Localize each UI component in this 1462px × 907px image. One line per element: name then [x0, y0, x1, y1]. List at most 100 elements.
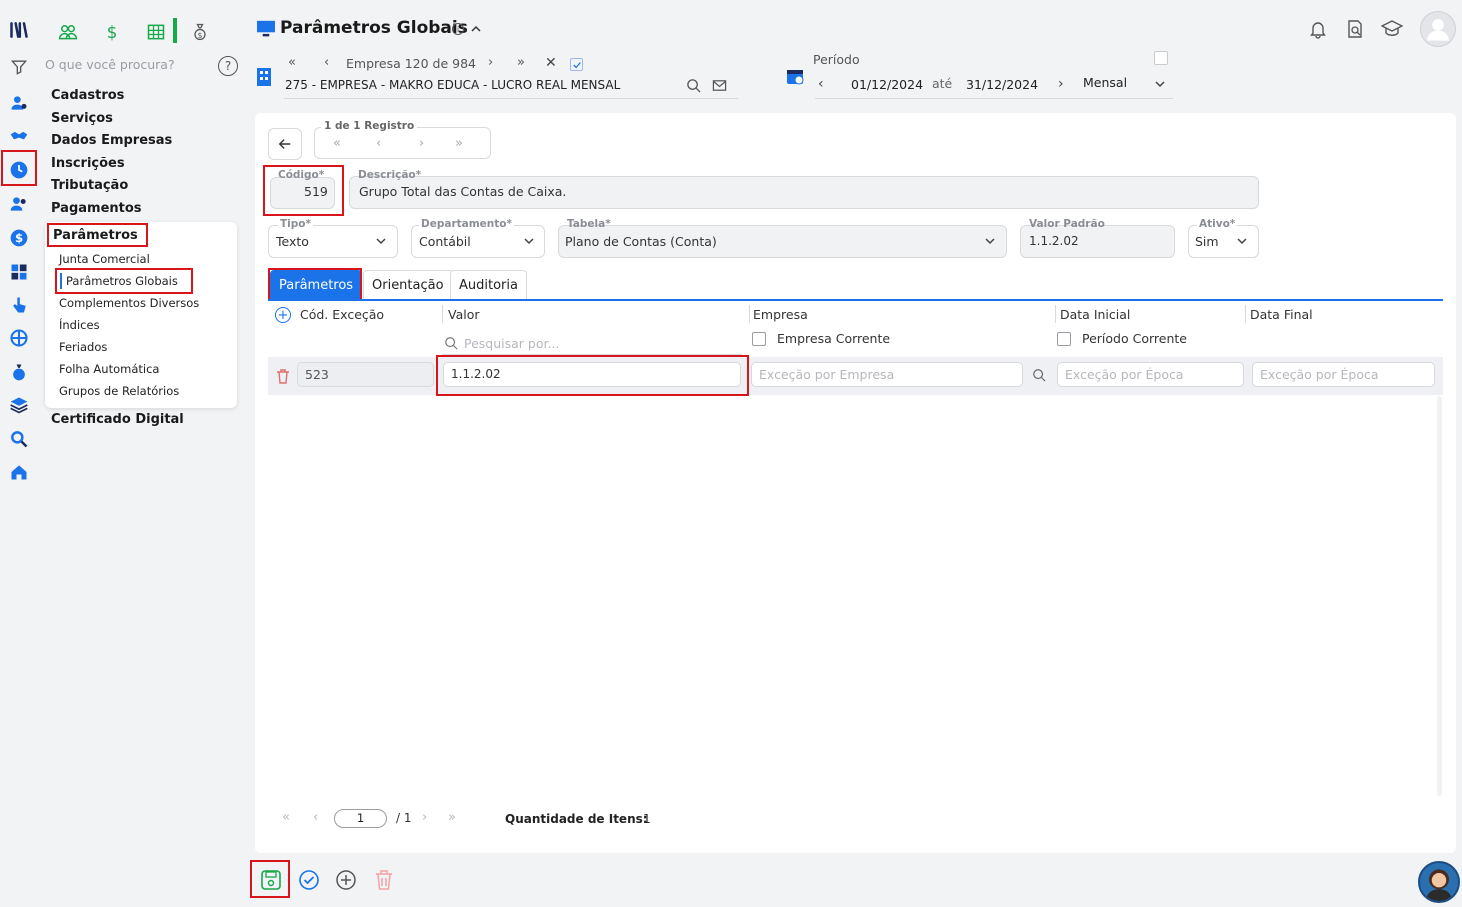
- touch-icon[interactable]: [8, 294, 30, 316]
- col-empresa[interactable]: Empresa: [753, 307, 808, 322]
- search-icon[interactable]: [8, 428, 30, 450]
- submenu-grupos-relatorios[interactable]: Grupos de Relatórios: [59, 384, 179, 398]
- page-input[interactable]: 1: [334, 809, 387, 828]
- periodo-checkbox[interactable]: [1154, 51, 1168, 65]
- global-search-input[interactable]: O que você procura?: [45, 57, 215, 75]
- back-button[interactable]: [268, 128, 302, 160]
- clock-icon[interactable]: [8, 159, 30, 181]
- chevron-down-icon[interactable]: [522, 234, 536, 248]
- chevron-down-icon[interactable]: [1153, 77, 1167, 91]
- filter-icon[interactable]: [8, 56, 30, 78]
- prev-period-button[interactable]: ‹: [818, 76, 824, 92]
- search-empresa-row-icon[interactable]: [1032, 368, 1046, 382]
- periodo-corrente-checkbox[interactable]: [1057, 332, 1071, 346]
- app-logo[interactable]: [8, 19, 30, 41]
- chevron-down-icon[interactable]: [983, 234, 997, 248]
- submenu-folha-automatica[interactable]: Folha Automática: [59, 362, 159, 376]
- menu-certificado-digital[interactable]: Certificado Digital: [51, 412, 184, 427]
- menu-tributacao[interactable]: Tributação: [51, 178, 128, 193]
- qty-value: 1: [643, 812, 651, 826]
- col-divider: [442, 305, 443, 323]
- avatar[interactable]: [1420, 11, 1456, 47]
- chevron-up-icon[interactable]: [469, 22, 483, 36]
- next-period-button[interactable]: ›: [1058, 76, 1064, 92]
- prev-page-button[interactable]: ‹: [313, 810, 318, 825]
- prev-record-button[interactable]: ‹: [376, 136, 381, 151]
- confirm-icon[interactable]: [298, 869, 320, 891]
- last-empresa-button[interactable]: »: [517, 55, 525, 70]
- last-record-button[interactable]: »: [455, 136, 463, 151]
- menu-pagamentos[interactable]: Pagamentos: [51, 201, 142, 216]
- dollar-sign-icon[interactable]: $: [101, 21, 123, 43]
- calculator-icon[interactable]: [8, 261, 30, 283]
- col-cod-excecao[interactable]: Cód. Exceção: [300, 307, 384, 322]
- checkbox-checked-icon[interactable]: [570, 58, 583, 71]
- submenu-feriados[interactable]: Feriados: [59, 340, 107, 354]
- first-empresa-button[interactable]: «: [288, 55, 296, 70]
- network-icon[interactable]: [8, 327, 30, 349]
- first-page-button[interactable]: «: [282, 810, 290, 825]
- home-icon[interactable]: [8, 461, 30, 483]
- first-record-button[interactable]: «: [333, 136, 341, 151]
- save-icon[interactable]: [260, 869, 282, 891]
- page-total: / 1: [396, 811, 412, 825]
- add-row-icon[interactable]: +: [275, 307, 291, 323]
- delete-icon[interactable]: [374, 869, 394, 891]
- last-page-button[interactable]: »: [448, 810, 456, 825]
- period-mode-select[interactable]: Mensal: [1083, 75, 1127, 90]
- money-bag-outline-icon[interactable]: $: [189, 21, 211, 43]
- mail-icon[interactable]: [712, 78, 727, 93]
- chevron-down-icon[interactable]: [374, 234, 388, 248]
- close-icon[interactable]: ✕: [545, 55, 557, 71]
- handshake-icon[interactable]: [8, 125, 30, 147]
- trash-icon[interactable]: [276, 368, 290, 384]
- bell-icon[interactable]: [1308, 19, 1328, 39]
- submenu-junta-comercial[interactable]: Junta Comercial: [59, 252, 150, 266]
- next-page-button[interactable]: ›: [422, 810, 427, 825]
- prev-empresa-button[interactable]: ‹: [324, 55, 329, 70]
- help-icon[interactable]: ?: [218, 56, 238, 76]
- calendar-icon[interactable]: [786, 67, 804, 85]
- menu-inscricoes[interactable]: Inscrições: [51, 156, 125, 171]
- dollar-icon[interactable]: $: [8, 227, 30, 249]
- next-empresa-button[interactable]: ›: [488, 55, 493, 70]
- layers-icon[interactable]: [8, 394, 30, 416]
- monitor-icon: [256, 20, 276, 38]
- user-card-icon[interactable]: [8, 92, 30, 114]
- assistant-avatar[interactable]: [1418, 861, 1460, 903]
- row-valor-input[interactable]: 1.1.2.02: [443, 362, 741, 387]
- graduation-cap-icon[interactable]: [1381, 19, 1403, 39]
- row-data-inicial-input[interactable]: Exceção por Época: [1057, 362, 1244, 387]
- menu-servicos[interactable]: Serviços: [51, 111, 113, 126]
- search-empresa-icon[interactable]: [686, 78, 701, 93]
- add-circle-icon[interactable]: [335, 869, 357, 891]
- date-from[interactable]: 01/12/2024: [851, 77, 923, 92]
- menu-parametros[interactable]: Parâmetros: [53, 228, 138, 243]
- spreadsheet-icon[interactable]: [145, 21, 167, 43]
- document-search-icon[interactable]: [1345, 19, 1365, 39]
- valor-search-input[interactable]: Pesquisar por...: [464, 336, 559, 351]
- empresa-corrente-checkbox[interactable]: [752, 332, 766, 346]
- col-data-final[interactable]: Data Final: [1250, 307, 1313, 322]
- menu-dados-empresas[interactable]: Dados Empresas: [51, 133, 172, 148]
- menu-cadastros[interactable]: Cadastros: [51, 88, 124, 103]
- row-empresa-input[interactable]: Exceção por Empresa: [751, 362, 1023, 387]
- grid-scrollbar[interactable]: [1437, 396, 1442, 796]
- submenu-parametros-globais[interactable]: Parâmetros Globais: [66, 274, 178, 288]
- tab-parametros[interactable]: Parâmetros: [270, 270, 363, 300]
- submenu-indices[interactable]: Índices: [59, 318, 100, 332]
- people-icon[interactable]: [57, 21, 79, 43]
- submenu-complementos-diversos[interactable]: Complementos Diversos: [59, 296, 199, 310]
- chevron-down-icon[interactable]: [1235, 234, 1249, 248]
- ativo-value: Sim: [1195, 234, 1219, 249]
- tab-auditoria[interactable]: Auditoria: [450, 270, 527, 300]
- col-data-inicial[interactable]: Data Inicial: [1060, 307, 1130, 322]
- info-icon[interactable]: i: [452, 23, 464, 35]
- col-valor[interactable]: Valor: [448, 307, 480, 322]
- tab-orientacao[interactable]: Orientação: [363, 270, 453, 300]
- users-icon[interactable]: [8, 193, 30, 215]
- next-record-button[interactable]: ›: [419, 136, 424, 151]
- money-bag-icon[interactable]: [8, 361, 30, 383]
- date-to[interactable]: 31/12/2024: [966, 77, 1038, 92]
- row-data-final-input[interactable]: Exceção por Época: [1252, 362, 1435, 387]
